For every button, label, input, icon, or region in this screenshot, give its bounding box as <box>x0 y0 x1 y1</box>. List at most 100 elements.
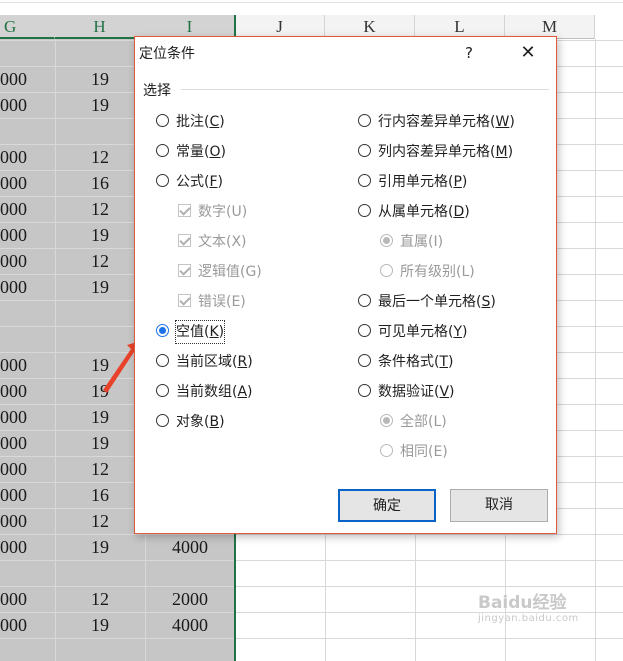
option-text: 引用单元格( <box>378 174 454 190</box>
option-label: 当前区域(R) <box>176 351 253 373</box>
radio-icon[interactable] <box>358 384 371 397</box>
radio-icon[interactable] <box>358 324 371 337</box>
cell-g[interactable]: 000 <box>0 456 32 482</box>
access-key: R <box>237 354 248 370</box>
option-text-end: ) <box>219 114 225 130</box>
cell-i[interactable]: 4000 <box>145 534 235 560</box>
radio-icon[interactable] <box>156 144 169 157</box>
access-key: O <box>209 144 221 160</box>
cell-i[interactable]: 4000 <box>145 612 235 638</box>
radio-icon[interactable] <box>358 144 371 157</box>
cell-g[interactable]: 000 <box>0 508 32 534</box>
access-key: V <box>439 384 450 400</box>
option-text-end: ) <box>217 174 223 190</box>
option-label: 直属(I) <box>400 231 443 253</box>
cell-h[interactable]: 16 <box>55 482 145 508</box>
cell-i[interactable]: 2000 <box>145 586 235 612</box>
radio-icon[interactable] <box>358 204 371 217</box>
cell-g[interactable]: 000 <box>0 196 32 222</box>
radio-icon[interactable] <box>358 354 371 367</box>
cell-h[interactable]: 19 <box>55 404 145 430</box>
option-label: 全部(L) <box>400 411 447 433</box>
watermark-url: jingyan.baidu.com <box>478 613 579 624</box>
cell-g[interactable]: 000 <box>0 378 32 404</box>
radio-icon[interactable] <box>156 174 169 187</box>
ok-button[interactable]: 确定 <box>338 489 436 522</box>
radio-icon <box>380 234 393 247</box>
cell-g[interactable]: 000 <box>0 430 32 456</box>
cell-h[interactable]: 19 <box>55 534 145 560</box>
option-text: 全部(L) <box>400 414 447 430</box>
radio-icon[interactable] <box>156 414 169 427</box>
cell-g[interactable]: 000 <box>0 92 32 118</box>
option-text-end: ) <box>247 354 253 370</box>
radio-icon[interactable] <box>156 114 169 127</box>
radio-icon[interactable] <box>156 324 169 337</box>
dialog-title: 定位条件 <box>139 46 195 62</box>
access-key: C <box>209 114 220 130</box>
option-label: 条件格式(T) <box>378 351 454 373</box>
radio-icon[interactable] <box>358 294 371 307</box>
option-text-end: ) <box>507 144 514 160</box>
cell-h[interactable]: 12 <box>55 144 145 170</box>
option-text-end: ) <box>219 414 225 430</box>
option-text: 文本(X) <box>198 234 247 250</box>
cell-g[interactable]: 000 <box>0 534 32 560</box>
cell-h[interactable]: 16 <box>55 170 145 196</box>
radio-icon <box>380 414 393 427</box>
access-key: K <box>209 324 219 340</box>
option-label: 相同(E) <box>400 441 448 463</box>
option-text-end: ) <box>449 384 455 400</box>
option-text-end: ) <box>461 174 468 190</box>
option-text: 从属单元格( <box>378 204 454 220</box>
option-text-end: ) <box>247 384 253 400</box>
cell-g[interactable]: 000 <box>0 586 32 612</box>
cell-h[interactable]: 19 <box>55 222 145 248</box>
option-label: 逻辑值(G) <box>198 261 262 283</box>
access-key: Y <box>453 324 463 340</box>
cell-g[interactable]: 000 <box>0 248 32 274</box>
cell-g[interactable]: 000 <box>0 274 32 300</box>
cell-h[interactable]: 19 <box>55 612 145 638</box>
option-text: 错误(E) <box>198 294 246 310</box>
cell-h[interactable]: 12 <box>55 586 145 612</box>
cell-g[interactable]: 000 <box>0 66 32 92</box>
access-key: P <box>453 174 462 190</box>
cancel-button[interactable]: 取消 <box>450 489 548 522</box>
radio-icon[interactable] <box>156 384 169 397</box>
cell-g[interactable]: 000 <box>0 612 32 638</box>
cell-h[interactable]: 19 <box>55 274 145 300</box>
option-label: 数字(U) <box>198 201 247 223</box>
cell-g[interactable]: 000 <box>0 170 32 196</box>
radio-icon[interactable] <box>358 114 371 127</box>
access-key: D <box>453 204 465 220</box>
cell-g[interactable]: 000 <box>0 404 32 430</box>
go-to-special-dialog: 定位条件 ? ✕ 选择 批注(C) 常量(O) 公式(F) 数字(U) 文本(X) 逻辑值… <box>134 36 557 534</box>
cell-h[interactable]: 12 <box>55 248 145 274</box>
cell-g[interactable]: 000 <box>0 222 32 248</box>
cell-g[interactable]: 000 <box>0 352 32 378</box>
title-bar: 定位条件 ? ✕ <box>135 37 556 69</box>
radio-icon[interactable] <box>156 354 169 367</box>
cell-h[interactable]: 19 <box>55 430 145 456</box>
column-header-g[interactable]: G <box>0 15 55 39</box>
cell-h[interactable]: 12 <box>55 196 145 222</box>
option-text-end: ) <box>509 114 515 130</box>
cell-g[interactable]: 000 <box>0 144 32 170</box>
cell-h[interactable]: 19 <box>55 66 145 92</box>
option-text-end: ) <box>462 324 468 340</box>
access-key: M <box>495 144 508 160</box>
cell-h[interactable]: 12 <box>55 456 145 482</box>
radio-icon <box>380 264 393 277</box>
option-text: 最后一个单元格( <box>378 294 482 310</box>
option-label: 行内容差异单元格(W) <box>378 111 515 133</box>
help-button[interactable]: ? <box>457 41 481 65</box>
access-key: B <box>209 414 220 430</box>
cell-h[interactable]: 19 <box>55 92 145 118</box>
cell-h[interactable]: 12 <box>55 508 145 534</box>
close-button[interactable]: ✕ <box>513 39 543 67</box>
column-header-h[interactable]: H <box>55 15 145 39</box>
cell-g[interactable]: 000 <box>0 482 32 508</box>
option-text: 逻辑值(G) <box>198 264 262 280</box>
radio-icon[interactable] <box>358 174 371 187</box>
